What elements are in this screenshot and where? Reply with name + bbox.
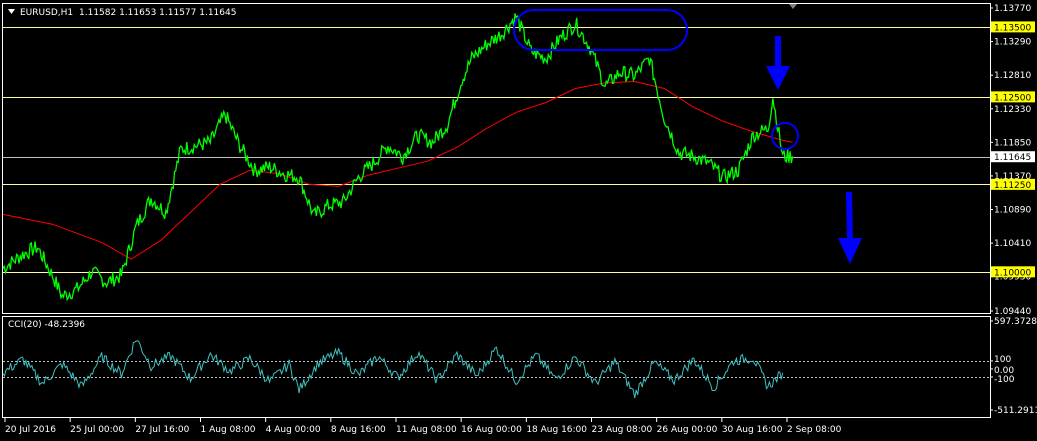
- time-tick-label: 18 Aug 16:00: [526, 425, 587, 435]
- moving-average-line: [2, 80, 793, 260]
- circle-icon: [771, 122, 799, 150]
- price-tick-label: 1.12330: [994, 105, 1031, 115]
- down-arrow-icon: [766, 36, 790, 90]
- main-plot-frame: [2, 3, 991, 314]
- price-line: [2, 13, 794, 302]
- time-tick-label: 30 Aug 16:00: [722, 425, 783, 435]
- level-label: 1.10000: [994, 268, 1031, 278]
- down-arrow-icon: [838, 191, 862, 264]
- price-tick-label: 1.13770: [994, 4, 1031, 14]
- price-tick-label: 1.13290: [994, 38, 1031, 48]
- cci-tick-label: 100: [994, 355, 1011, 365]
- moving-average-series: [2, 80, 793, 260]
- cci-tick-label: -100: [994, 375, 1015, 385]
- horizontal-levels: [3, 27, 990, 273]
- price-tick-label: 1.11850: [994, 138, 1031, 148]
- chart-canvas: 1.137701.132901.128101.123301.118501.113…: [2, 3, 1037, 435]
- price-tick-label: 1.10410: [994, 239, 1031, 249]
- chart-symbol: EURUSD,H1: [20, 8, 73, 18]
- price-tick-label: 1.09440: [994, 307, 1031, 317]
- cci-axis: 597.37281000.00-100-511.2911: [990, 317, 1037, 416]
- price-series: [2, 13, 794, 302]
- cci-label: CCI(20) -48.2396: [8, 320, 85, 330]
- triangle-down-icon[interactable]: [8, 9, 15, 14]
- time-tick-label: 4 Aug 00:00: [266, 425, 321, 435]
- ellipse-icon: [513, 9, 688, 51]
- time-tick-label: 2 Sep 08:00: [787, 425, 842, 435]
- time-tick-label: 20 Jul 2016: [5, 425, 56, 435]
- cci-series: [2, 340, 784, 399]
- cci-line: [2, 340, 784, 399]
- time-tick-label: 8 Aug 16:00: [331, 425, 386, 435]
- level-label: 1.11250: [994, 181, 1031, 191]
- time-tick-label: 1 Aug 08:00: [201, 425, 256, 435]
- time-tick-label: 26 Aug 00:00: [657, 425, 718, 435]
- time-axis: 20 Jul 2016 25 Jul 00:00 27 Jul 16:00 1 Aug…: [4, 418, 842, 435]
- cci-tick-label: 597.3728: [994, 317, 1037, 327]
- price-tick-label: 1.10890: [994, 206, 1031, 216]
- current-price-label: 1.11645: [994, 153, 1031, 163]
- cci-tick-label: -511.2911: [994, 406, 1037, 416]
- chart-shift-icon[interactable]: [789, 4, 797, 9]
- chart-ohlc: 1.11582 1.11653 1.11577 1.11645: [79, 8, 236, 18]
- level-label: 1.12500: [994, 93, 1031, 103]
- time-tick-label: 23 Aug 08:00: [592, 425, 653, 435]
- time-tick-label: 11 Aug 08:00: [396, 425, 457, 435]
- price-axis: 1.137701.132901.128101.123301.118501.113…: [990, 4, 1035, 317]
- time-tick-label: 25 Jul 00:00: [70, 425, 124, 435]
- time-tick-label: 16 Aug 00:00: [461, 425, 522, 435]
- indicator-plot-frame: [2, 316, 991, 418]
- level-label: 1.13500: [994, 23, 1031, 33]
- time-tick-label: 27 Jul 16:00: [135, 425, 189, 435]
- price-tick-label: 1.12810: [994, 71, 1031, 81]
